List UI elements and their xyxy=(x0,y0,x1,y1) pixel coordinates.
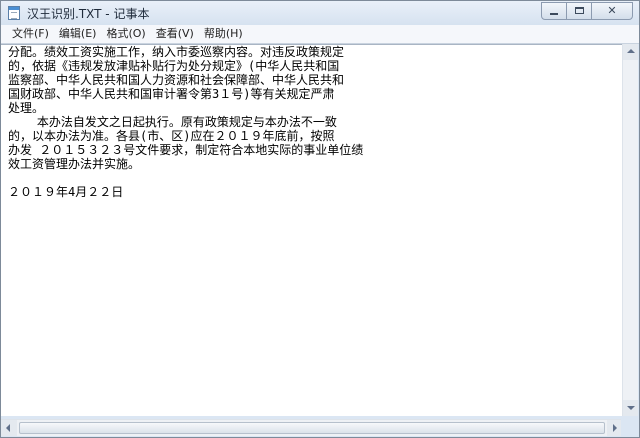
text-line: 效工资管理办法并实施。 xyxy=(8,157,141,171)
menu-bar: 文件(F) 编辑(E) 格式(O) 查看(V) 帮助(H) xyxy=(1,25,639,44)
text-line: 本办法自发文之日起执行。原有政策规定与本办法不一致 xyxy=(8,115,337,129)
text-line: ２０１９年4月２２日 xyxy=(8,185,124,199)
text-line: 办发 ２０１５３２３号文件要求，制定符合本地实际的事业单位绩 xyxy=(8,143,364,157)
minimize-button[interactable] xyxy=(541,2,567,20)
text-line: 处理。 xyxy=(8,101,45,115)
resize-grip[interactable] xyxy=(621,419,638,436)
text-line: 监察部、中华人民共和国人力资源和社会保障部、中华人民共和 xyxy=(8,73,345,87)
horizontal-scrollbar[interactable] xyxy=(1,419,623,436)
arrow-up-icon xyxy=(627,49,635,53)
window-controls: ✕ xyxy=(541,2,633,20)
menu-file[interactable]: 文件(F) xyxy=(7,25,54,43)
close-icon: ✕ xyxy=(607,4,617,17)
text-line: 国财政部、中华人民共和国审计署令第3１号)等有关规定严肃 xyxy=(8,87,335,101)
arrow-right-icon xyxy=(613,424,617,432)
text-editor[interactable]: 分配。绩效工资实施工作，纳入市委巡察内容。对违反政策规定 的，依据《违规发放津贴… xyxy=(1,44,622,416)
notepad-icon[interactable] xyxy=(8,6,20,20)
arrow-left-icon xyxy=(6,424,10,432)
text-line: 的，以本办法为准。各县(市、区)应在２０１９年底前，按照 xyxy=(8,129,335,143)
scroll-left-button[interactable] xyxy=(1,420,17,436)
window-title: 汉王识别.TXT - 记事本 xyxy=(27,7,150,21)
maximize-icon xyxy=(575,7,584,14)
arrow-down-icon xyxy=(627,406,635,410)
scroll-up-button[interactable] xyxy=(623,44,638,60)
menu-edit[interactable]: 编辑(E) xyxy=(54,25,102,43)
menu-help[interactable]: 帮助(H) xyxy=(199,25,248,43)
title-bar[interactable]: 汉王识别.TXT - 记事本 ✕ xyxy=(1,1,639,25)
vertical-scrollbar[interactable] xyxy=(622,44,638,416)
maximize-button[interactable] xyxy=(566,2,592,20)
minimize-icon xyxy=(550,13,558,15)
menu-view[interactable]: 查看(V) xyxy=(151,25,199,43)
menu-format[interactable]: 格式(O) xyxy=(101,25,150,43)
horizontal-scroll-thumb[interactable] xyxy=(19,422,605,434)
notepad-window: 汉王识别.TXT - 记事本 ✕ 文件(F) 编辑(E) 格式(O) 查看(V)… xyxy=(0,0,640,438)
scroll-down-button[interactable] xyxy=(623,400,638,416)
text-line: 的，依据《违规发放津贴补贴行为处分规定》(中华人民共和国 xyxy=(8,59,340,73)
text-line: 分配。绩效工资实施工作，纳入市委巡察内容。对违反政策规定 xyxy=(8,45,345,59)
close-button[interactable]: ✕ xyxy=(591,2,633,20)
